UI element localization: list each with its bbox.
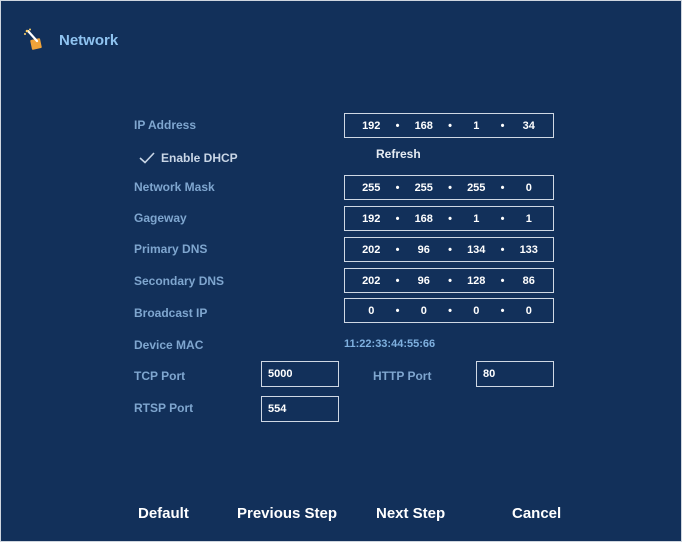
network-mask-input[interactable]: 255 • 255 • 255 • 0	[344, 175, 554, 200]
broadcast-ip-input[interactable]: 0 • 0 • 0 • 0	[344, 298, 554, 323]
octet-separator: •	[395, 181, 400, 194]
ip-octet[interactable]: 1	[456, 120, 497, 132]
secondary-dns-input[interactable]: 202 • 96 • 128 • 86	[344, 268, 554, 293]
ip-octet[interactable]: 86	[509, 275, 550, 287]
ip-octet[interactable]: 0	[509, 182, 550, 194]
octet-separator: •	[500, 243, 505, 256]
gateway-input[interactable]: 192 • 168 • 1 • 1	[344, 206, 554, 231]
ip-octet[interactable]: 255	[351, 182, 392, 194]
device-mac-value: 11:22:33:44:55:66	[344, 338, 436, 350]
tcp-port-label: TCP Port	[134, 369, 186, 383]
octet-separator: •	[500, 212, 505, 225]
next-step-button[interactable]: Next Step	[376, 505, 445, 522]
device-mac-label: Device MAC	[134, 338, 204, 352]
refresh-button[interactable]: Refresh	[376, 147, 421, 161]
primary-dns-input[interactable]: 202 • 96 • 134 • 133	[344, 237, 554, 262]
ip-octet[interactable]: 0	[404, 305, 445, 317]
ip-octet[interactable]: 202	[351, 244, 392, 256]
cancel-button[interactable]: Cancel	[512, 505, 561, 522]
ip-octet[interactable]: 0	[456, 305, 497, 317]
enable-dhcp-label: Enable DHCP	[161, 151, 238, 165]
ip-octet[interactable]: 96	[404, 275, 445, 287]
ip-address-label: IP Address	[134, 118, 197, 132]
ip-octet[interactable]: 0	[509, 305, 550, 317]
ip-octet[interactable]: 0	[351, 305, 392, 317]
octet-separator: •	[395, 243, 400, 256]
rtsp-port-label: RTSP Port	[134, 401, 194, 415]
octet-separator: •	[500, 119, 505, 132]
octet-separator: •	[448, 181, 452, 194]
ip-octet[interactable]: 192	[351, 120, 392, 132]
gateway-label: Gageway	[134, 211, 187, 225]
ip-octet[interactable]: 192	[351, 213, 392, 225]
ip-octet[interactable]: 168	[404, 120, 445, 132]
http-port-input[interactable]: 80	[476, 361, 554, 387]
ip-octet[interactable]: 1	[509, 213, 550, 225]
octet-separator: •	[448, 243, 452, 256]
primary-dns-label: Primary DNS	[134, 242, 208, 256]
ip-octet[interactable]: 255	[404, 182, 445, 194]
http-port-label: HTTP Port	[373, 369, 432, 383]
octet-separator: •	[395, 304, 400, 317]
tcp-port-input[interactable]: 5000	[261, 361, 339, 387]
ip-octet[interactable]: 128	[456, 275, 497, 287]
ip-octet[interactable]: 134	[456, 244, 497, 256]
octet-separator: •	[395, 274, 400, 287]
octet-separator: •	[500, 181, 505, 194]
window-title-bar: Network	[23, 27, 118, 53]
enable-dhcp-checkbox[interactable]: Enable DHCP	[139, 151, 238, 165]
ip-octet[interactable]: 1	[456, 213, 497, 225]
octet-separator: •	[448, 119, 452, 132]
ip-octet[interactable]: 168	[404, 213, 445, 225]
ip-octet[interactable]: 202	[351, 275, 392, 287]
octet-separator: •	[395, 119, 400, 132]
octet-separator: •	[448, 212, 452, 225]
octet-separator: •	[500, 304, 505, 317]
previous-step-button[interactable]: Previous Step	[237, 505, 337, 522]
ip-octet[interactable]: 96	[404, 244, 445, 256]
octet-separator: •	[500, 274, 505, 287]
broadcast-ip-label: Broadcast IP	[134, 306, 208, 320]
ip-octet[interactable]: 133	[509, 244, 550, 256]
checkmark-icon	[139, 152, 155, 164]
network-wand-icon	[24, 28, 42, 50]
octet-separator: •	[395, 212, 400, 225]
default-button[interactable]: Default	[138, 505, 189, 522]
network-window: Network IP Address 192 • 168 • 1 • 34 En…	[0, 0, 682, 542]
octet-separator: •	[448, 304, 452, 317]
rtsp-port-input[interactable]: 554	[261, 396, 339, 422]
network-mask-label: Network Mask	[134, 180, 215, 194]
ip-octet[interactable]: 34	[509, 120, 550, 132]
ip-octet[interactable]: 255	[456, 182, 497, 194]
secondary-dns-label: Secondary DNS	[134, 274, 225, 288]
window-title: Network	[59, 31, 119, 49]
octet-separator: •	[448, 274, 452, 287]
ip-address-input[interactable]: 192 • 168 • 1 • 34	[344, 113, 554, 138]
